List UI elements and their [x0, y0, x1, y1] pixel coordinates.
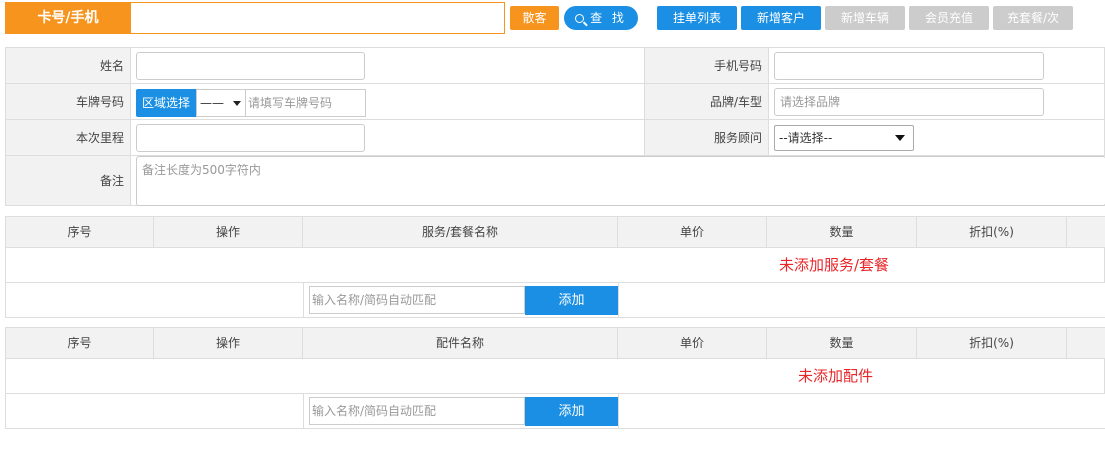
form-row-mileage: 本次里程 服务顾问 --请选择--	[5, 120, 1105, 156]
mileage-label: 本次里程	[5, 120, 131, 155]
col-quantity: 数量	[767, 217, 917, 247]
plate-number-input[interactable]: 请填写车牌号码	[246, 89, 366, 117]
parts-add-row: 输入名称/简码自动匹配 添加	[6, 394, 1105, 429]
remark-label: 备注	[5, 156, 131, 205]
top-toolbar: 卡号/手机 散客 查 找 挂单列表 新增客户 新增车辆 会员充值 充套餐/次	[0, 0, 1105, 36]
add-part-button[interactable]: 添加	[525, 397, 618, 426]
parts-search-input[interactable]: 输入名称/简码自动匹配	[309, 397, 525, 425]
service-empty-text: 未添加服务/套餐	[779, 256, 890, 274]
new-customer-button[interactable]: 新增客户	[741, 6, 821, 30]
col-discount: 折扣(%)	[917, 217, 1067, 247]
brand-input[interactable]: 请选择品牌	[774, 88, 1044, 116]
phone-label: 手机号码	[644, 48, 769, 83]
search-icon	[575, 14, 585, 23]
parts-table: 序号 操作 配件名称 单价 数量 折扣(%) 未添加配件 输入名称/简码自动匹配…	[5, 327, 1105, 429]
chevron-down-icon	[233, 101, 241, 106]
chevron-down-icon	[895, 135, 905, 141]
add-service-button[interactable]: 添加	[525, 286, 618, 315]
col-quantity: 数量	[767, 328, 917, 358]
col-unit-price: 单价	[618, 328, 767, 358]
region-value: ——	[200, 96, 224, 110]
search-button-label: 查 找	[590, 11, 627, 25]
remark-textarea[interactable]: 备注长度为500字符内	[136, 156, 1105, 206]
package-recharge-button[interactable]: 充套餐/次	[993, 6, 1073, 30]
card-phone-input[interactable]	[131, 2, 505, 34]
plate-label: 车牌号码	[5, 84, 131, 119]
col-index: 序号	[6, 328, 154, 358]
service-add-row: 输入名称/简码自动匹配 添加	[6, 283, 1105, 318]
advisor-select-value: --请选择--	[779, 131, 833, 145]
col-index: 序号	[6, 217, 154, 247]
service-empty-row: 未添加服务/套餐	[6, 248, 1105, 283]
region-dropdown[interactable]: ——	[196, 89, 246, 117]
parts-table-header: 序号 操作 配件名称 单价 数量 折扣(%)	[6, 328, 1105, 359]
service-table: 序号 操作 服务/套餐名称 单价 数量 折扣(%) 未添加服务/套餐 输入名称/…	[5, 216, 1105, 318]
hang-list-button[interactable]: 挂单列表	[657, 6, 737, 30]
name-input[interactable]	[136, 52, 365, 80]
walkin-button[interactable]: 散客	[510, 6, 559, 30]
mileage-input[interactable]	[136, 124, 365, 152]
col-service-name: 服务/套餐名称	[303, 217, 618, 247]
search-button[interactable]: 查 找	[564, 6, 638, 30]
member-recharge-button[interactable]: 会员充值	[909, 6, 989, 30]
new-car-button[interactable]: 新增车辆	[825, 6, 905, 30]
col-discount: 折扣(%)	[917, 328, 1067, 358]
brand-label: 品牌/车型	[644, 84, 769, 119]
col-action: 操作	[154, 217, 303, 247]
form-row-plate: 车牌号码 区域选择 —— 请填写车牌号码 品牌/车型 请选择品牌	[5, 84, 1105, 120]
advisor-label: 服务顾问	[644, 120, 769, 155]
col-part-name: 配件名称	[303, 328, 618, 358]
service-table-header: 序号 操作 服务/套餐名称 单价 数量 折扣(%)	[6, 217, 1105, 248]
advisor-select[interactable]: --请选择--	[774, 125, 914, 151]
form-row-remark: 备注 备注长度为500字符内	[5, 156, 1105, 206]
name-label: 姓名	[5, 48, 131, 83]
col-unit-price: 单价	[618, 217, 767, 247]
card-phone-label: 卡号/手机	[5, 2, 131, 34]
service-search-input[interactable]: 输入名称/简码自动匹配	[309, 286, 525, 314]
col-action: 操作	[154, 328, 303, 358]
phone-input[interactable]	[774, 52, 1044, 80]
parts-empty-row: 未添加配件	[6, 359, 1105, 394]
form-row-name: 姓名 手机号码	[5, 48, 1105, 84]
parts-empty-text: 未添加配件	[798, 367, 874, 385]
region-select-button[interactable]: 区域选择	[136, 89, 196, 117]
customer-form: 姓名 手机号码 车牌号码 区域选择 —— 请填写车牌号码 品牌/车型 请选择品牌…	[5, 47, 1105, 206]
